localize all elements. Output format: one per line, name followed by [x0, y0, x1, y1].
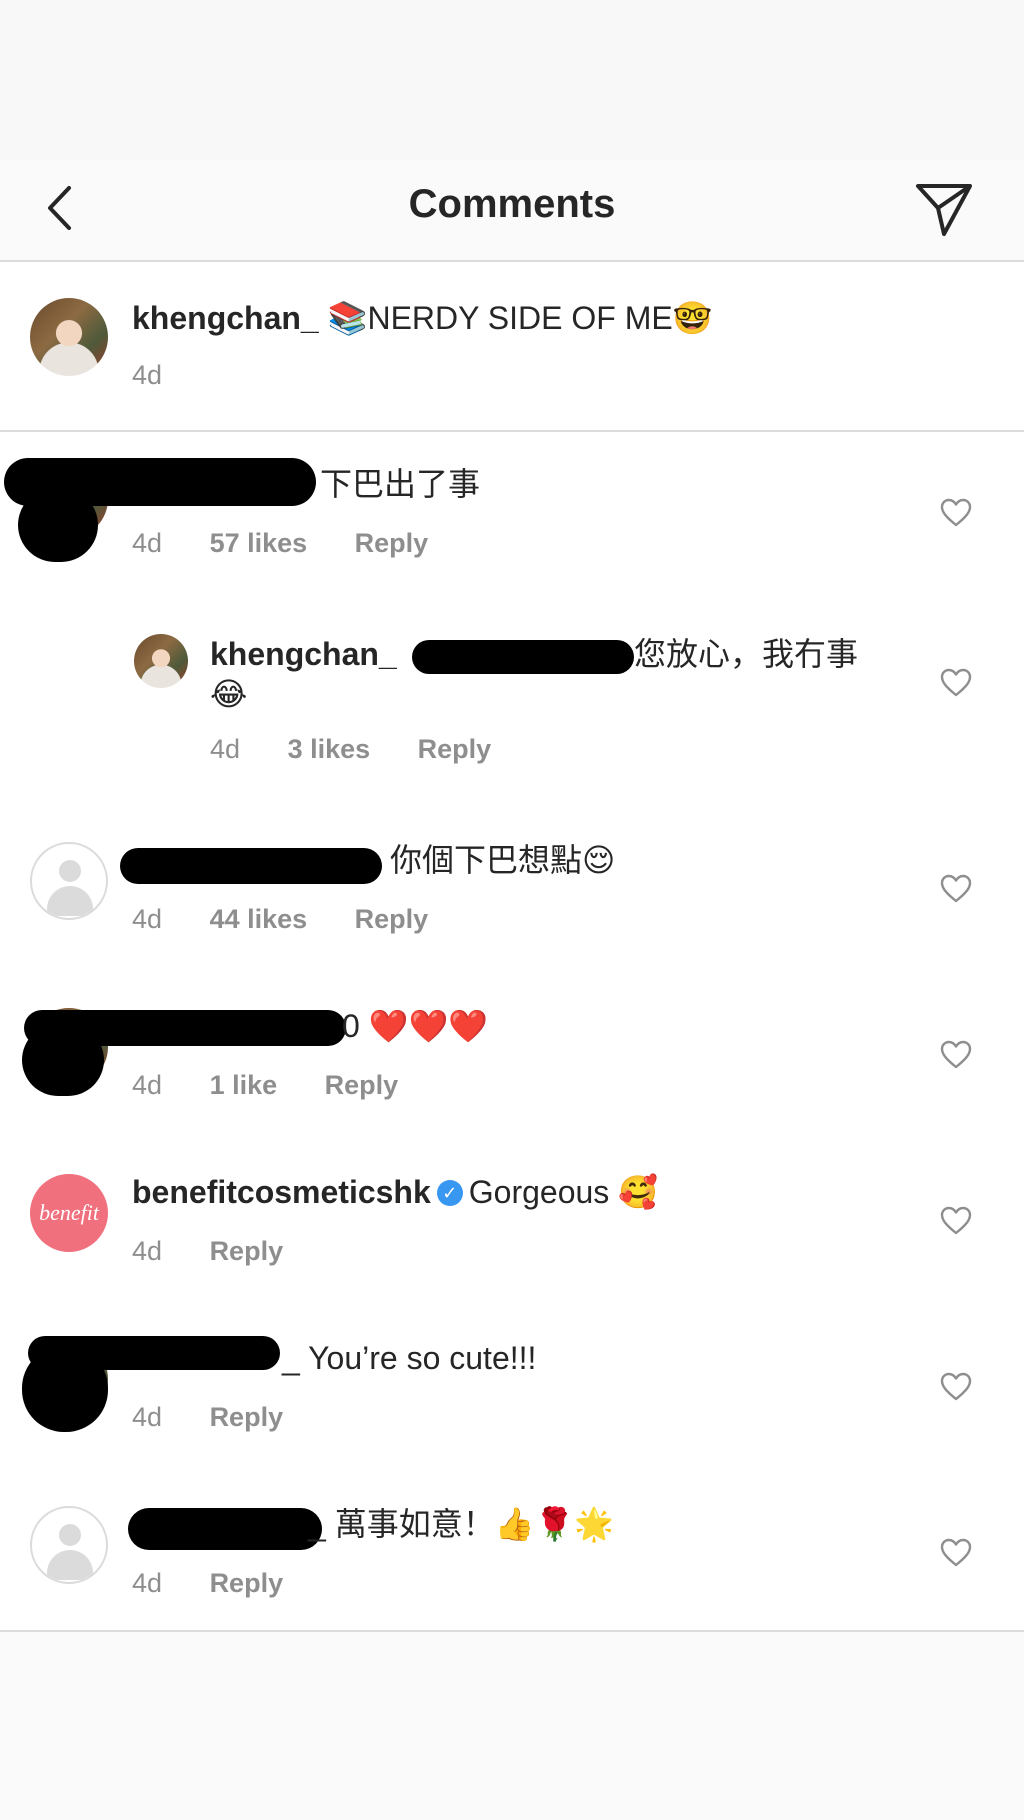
comment-meta: 4d 3 likes Reply	[210, 734, 531, 765]
comment-text-line2: 😂	[210, 676, 248, 712]
avatar[interactable]	[30, 842, 108, 920]
reply-button[interactable]: Reply	[418, 734, 492, 764]
comment-text: 下巴出了事	[320, 466, 481, 502]
redaction-mark	[120, 848, 382, 884]
likes-count[interactable]: 57 likes	[210, 528, 308, 558]
heart-icon[interactable]	[940, 1206, 972, 1236]
username[interactable]: khengchan_	[210, 636, 397, 672]
timestamp: 4d	[132, 360, 163, 390]
comment-text: 你個下巴想點😌	[390, 842, 616, 878]
reply-button[interactable]: Reply	[210, 1236, 284, 1266]
timestamp: 4d	[132, 1402, 163, 1432]
bottom-area	[0, 1632, 1024, 1820]
verified-badge-icon: ✓	[436, 1180, 463, 1206]
reply-button[interactable]: Reply	[355, 904, 429, 934]
page-title: Comments	[408, 182, 616, 226]
timestamp: 4d	[210, 734, 241, 764]
paper-plane-icon	[916, 184, 972, 236]
comment-meta: 4d 44 likes Reply	[132, 904, 468, 935]
reply-button[interactable]: Reply	[210, 1402, 284, 1432]
reply-button[interactable]: Reply	[355, 528, 429, 558]
likes-count[interactable]: 44 likes	[210, 904, 308, 934]
comment-meta: 4d 57 likes Reply	[132, 528, 468, 559]
caption-body: 📚NERDY SIDE OF ME🤓	[327, 300, 713, 336]
redaction-mark	[22, 1024, 104, 1096]
avatar-logo-text: benefit	[39, 1200, 99, 1225]
avatar[interactable]	[30, 298, 108, 376]
username[interactable]: khengchan_	[132, 300, 319, 336]
comment-text: 0 ❤️❤️❤️	[342, 1008, 489, 1044]
avatar[interactable]	[30, 1506, 108, 1584]
redaction-mark	[128, 1508, 322, 1550]
timestamp: 4d	[132, 1236, 163, 1266]
reply-button[interactable]: Reply	[210, 1568, 284, 1598]
comment-meta: 4d 1 like Reply	[132, 1070, 438, 1101]
timestamp: 4d	[132, 1568, 163, 1598]
heart-icon[interactable]	[940, 1040, 972, 1070]
comment-text: khengchan_	[210, 634, 397, 674]
comment-text: benefitcosmeticshk ✓ Gorgeous 🥰	[132, 1172, 658, 1212]
default-avatar-shoulders	[47, 1550, 93, 1580]
comment-meta: 4d Reply	[132, 1568, 323, 1599]
heart-icon[interactable]	[940, 874, 972, 904]
likes-count[interactable]: 1 like	[210, 1070, 278, 1100]
heart-icon[interactable]	[940, 498, 972, 528]
timestamp: 4d	[132, 904, 163, 934]
caption-meta: 4d	[132, 360, 202, 391]
comment-body: Gorgeous 🥰	[468, 1174, 659, 1210]
comment-meta: 4d Reply	[132, 1402, 323, 1433]
comment-text: _ You’re so cute!!!	[282, 1340, 537, 1376]
comment-meta: 4d Reply	[132, 1236, 323, 1267]
avatar[interactable]	[134, 634, 188, 688]
heart-icon[interactable]	[940, 668, 972, 698]
default-avatar-shoulders	[47, 886, 93, 916]
timestamp: 4d	[132, 528, 163, 558]
heart-icon[interactable]	[940, 1372, 972, 1402]
post-caption: khengchan_ 📚NERDY SIDE OF ME🤓 4d	[0, 262, 1024, 432]
default-avatar-head	[59, 1524, 81, 1546]
avatar[interactable]: benefit	[30, 1174, 108, 1252]
share-button[interactable]	[912, 178, 976, 242]
reply-button[interactable]: Reply	[325, 1070, 399, 1100]
header: Comments	[0, 160, 1024, 262]
comment-text-continued: 您放心，我冇事	[634, 636, 859, 672]
default-avatar-head	[59, 860, 81, 882]
username[interactable]: benefitcosmeticshk	[132, 1174, 431, 1210]
redaction-mark	[412, 640, 634, 674]
caption-text: khengchan_ 📚NERDY SIDE OF ME🤓	[132, 298, 713, 338]
status-bar	[0, 0, 1024, 160]
redaction-mark	[22, 1346, 108, 1432]
comment-text: _ 萬事如意！👍🌹🌟	[308, 1506, 615, 1542]
redaction-mark	[18, 488, 98, 562]
heart-icon[interactable]	[940, 1538, 972, 1568]
comment-list: 下巴出了事 4d 57 likes Reply khengchan_ 您放心，我…	[0, 432, 1024, 1632]
timestamp: 4d	[132, 1070, 163, 1100]
likes-count[interactable]: 3 likes	[288, 734, 371, 764]
